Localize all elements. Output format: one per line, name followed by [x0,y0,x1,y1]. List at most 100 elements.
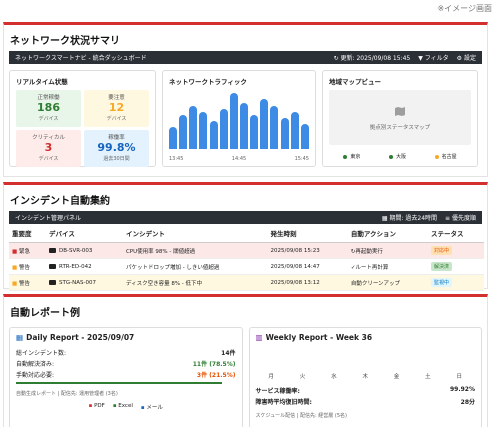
report-label: 総インシデント数: [16,350,67,357]
traffic-bar [240,102,248,149]
normal-stat[interactable]: 正常稼働 186 デバイス [16,90,81,127]
device-cell: RTR-ED-042 [46,258,123,275]
status-dot-icon [434,154,439,159]
table-row[interactable]: ■ 警告 STG-NAS-007 ディスク空き容量 8% - 低下中 2025/09/… [9,274,484,291]
warning-stat[interactable]: 要注意 12 デバイス [84,90,149,127]
table-row[interactable]: ■ 緊急 DB-SVR-003 CPU使用率 98% - 閾値超過 2025/09/0… [9,242,484,259]
traffic-bar [260,99,269,149]
network-summary-section: ネットワーク状況サマリ ネットワークスマートナビ - 統合ダッシュボード ↻ 更… [3,22,488,177]
weekly-report-meta: スケジュール配信 | 配信先: 経営層 (5名) [255,413,347,419]
gear-icon: ⚙ [456,55,463,62]
column-header[interactable]: デバイス [46,224,123,243]
traffic-bar [179,114,188,149]
settings-button[interactable]: ⚙ 設定 [457,53,476,62]
section-title: ネットワーク状況サマリ [10,36,120,47]
server-icon [49,263,57,269]
export-0-button[interactable]: ▪ PDF [89,403,105,411]
server-icon [49,247,57,253]
refresh-status[interactable]: ↻ 更新: 2025/09/08 15:45 [334,53,411,62]
server-icon [49,279,57,285]
calendar-icon: ▦ [16,333,24,342]
calendar-icon: ▦ [381,215,388,222]
warning-icon: ■ [12,264,19,271]
weekly-report-title: Weekly Report - Week 36 [265,333,373,342]
chart-icon: ▥ [255,333,263,342]
export-1-button[interactable]: ▪ Excel [113,403,133,411]
filter-button[interactable]: ▼ フィルタ [418,53,448,62]
status-cell: 監視中 [428,274,484,291]
critical-stat[interactable]: クリティカル 3 デバイス [16,130,81,167]
daily-report-title: Daily Report - 2025/09/07 [26,333,135,342]
traffic-time-axis: 13:45 14:45 15:45 [169,156,309,162]
incident-toolbar: インシデント管理パネル ▦ 期間: 過去24時間 ≡ 優先度順 [9,211,482,224]
report-row: 障害時平均復旧時間: 28分 [256,397,476,406]
column-header[interactable]: 自動アクション [347,224,429,243]
traffic-bar [229,93,238,149]
sort-button[interactable]: ≡ 優先度順 [445,213,476,222]
traffic-bar [199,111,208,149]
realtime-status-card: リアルタイム状態 正常稼働 186 デバイス 要注意 12 デバイス クリティカ… [9,70,156,167]
report-value: 3件 (21.5%) [196,372,236,379]
traffic-bar [280,118,289,149]
period-button[interactable]: ▦ 期間: 過去24時間 [382,213,437,222]
section-title: 自動レポート例 [10,308,80,319]
report-row: 総インシデント数: 14件 [16,348,236,357]
status-cell: 対応中 [428,242,484,259]
traffic-bar [300,124,309,149]
table-header: 重要度 デバイス インシデント 発生時刻 自動アクション ステータス [9,224,484,243]
weekday-label: 木 [362,374,368,380]
sort-icon: ≡ [445,215,451,222]
incident-cell: CPU使用率 98% - 閾値超過 [122,242,268,259]
status-badge[interactable]: 監視中 [431,278,453,287]
report-section: 自動レポート例 ▦ Daily Report - 2025/09/07 総インシ… [3,294,488,427]
region-map[interactable]: 拠点別ステータスマップ [329,90,471,145]
time-cell: 2025/09/08 13:12 [267,274,348,291]
severity-cell: ■ 警告 [9,274,47,291]
column-header[interactable]: 発生時刻 [267,224,348,243]
daily-report-card: ▦ Daily Report - 2025/09/07 総インシデント数: 14件… [9,327,243,427]
city-status[interactable]: 大阪 [388,153,406,160]
city-status[interactable]: 東京 [343,153,360,160]
filter-icon: ▼ [418,55,423,62]
traffic-bar [219,108,228,149]
traffic-bar [290,111,299,149]
weekday-axis: 月火水木金土日 [256,372,476,380]
weekday-label: 土 [425,374,431,380]
severity-cell: ■ 緊急 [9,242,47,259]
report-value: 28分 [460,399,475,406]
mail-icon: ▪ [140,405,147,411]
warning-icon: ■ [12,280,19,287]
refresh-icon: ↻ [333,55,339,62]
device-cell: DB-SVR-003 [46,242,123,259]
column-header[interactable]: ステータス [428,224,484,243]
incident-cell: パケットドロップ増加 - しきい値超過 [122,258,268,275]
card-title: リアルタイム状態 [16,78,68,86]
pdf-icon: ▪ [88,403,95,409]
map-placeholder: 拠点別ステータスマップ [369,124,431,131]
alert-icon: ■ [12,248,19,255]
network-traffic-card: ネットワークトラフィック 13:45 14:45 15:45 [162,70,316,167]
excel-icon: ▪ [112,403,119,409]
column-header[interactable]: インシデント [122,224,268,243]
section-title: インシデント自動集約 [10,196,110,207]
dashboard-title: ネットワークスマートナビ - 統合ダッシュボード [15,55,147,62]
status-badge[interactable]: 解決済 [431,262,453,271]
column-header[interactable]: 重要度 [9,224,47,243]
incident-table: 重要度 デバイス インシデント 発生時刻 自動アクション ステータス ■ 緊急 DB-SVR… [9,224,484,291]
report-label: 自動解決済み: [16,361,55,368]
weekday-label: 日 [456,374,462,380]
time-tick: 13:45 [169,156,184,162]
city-status[interactable]: 名古屋 [434,153,457,160]
traffic-bar [250,114,259,149]
incident-cell: ディスク空き容量 8% - 低下中 [122,274,268,291]
status-badge[interactable]: 対応中 [431,246,453,255]
table-row[interactable]: ■ 警告 RTR-ED-042 パケットドロップ増加 - しきい値超過 2025/09… [9,258,484,275]
report-row: 自動解決済み: 11件 (78.5%) [16,359,236,368]
uptime-stat[interactable]: 稼働率 99.8% 過去30日間 [84,130,149,167]
region-map-card: 地域マップビュー 拠点別ステータスマップ 東京 大阪 名古屋 [322,70,478,167]
resolution-progress [16,382,223,384]
export-2-button[interactable]: ▪ メール [141,403,163,411]
report-row: 手動対応必要: 3件 (21.5%) [16,370,236,379]
map-icon [394,105,406,119]
time-tick: 14:45 [231,156,247,162]
